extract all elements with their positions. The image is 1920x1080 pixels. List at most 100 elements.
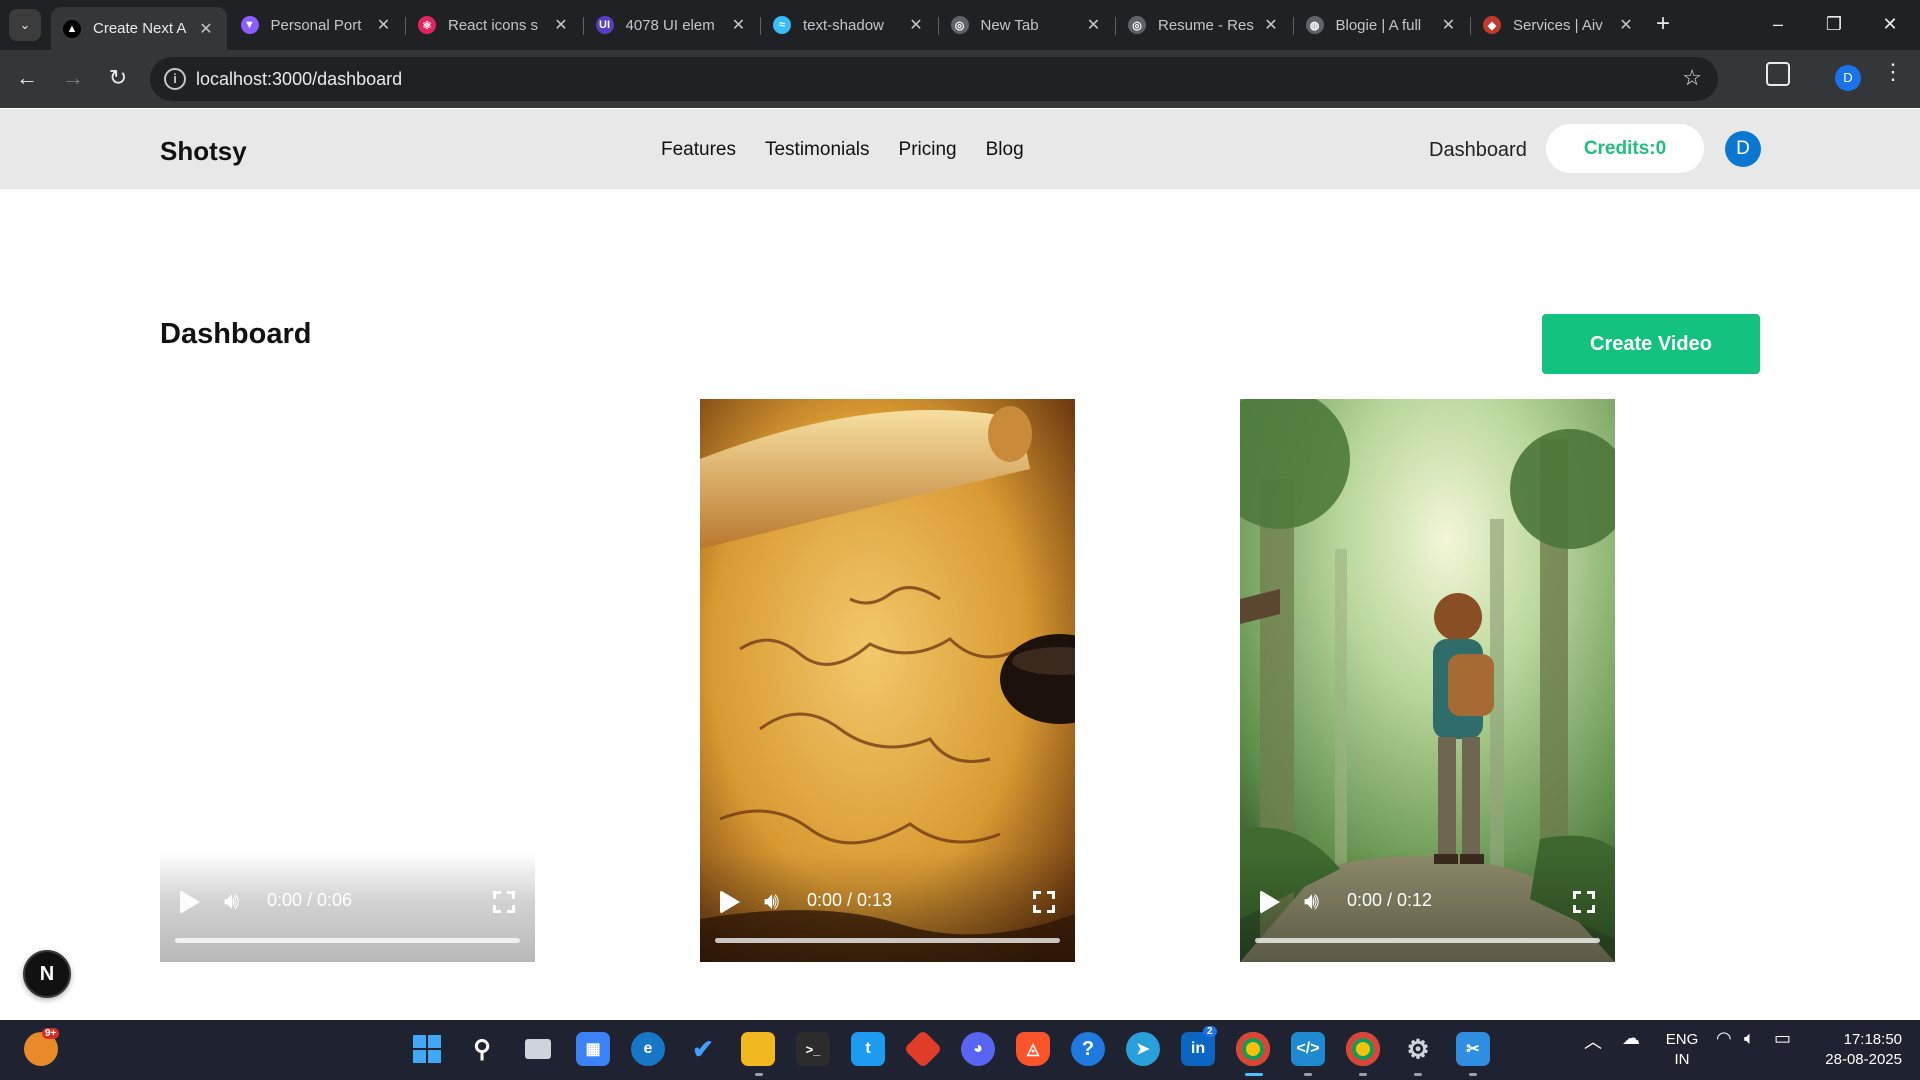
video-progress-bar[interactable] xyxy=(175,938,520,943)
browser-tab[interactable]: ◎ Resume - Res ✕ xyxy=(1116,7,1292,43)
user-avatar[interactable]: D xyxy=(1725,131,1761,167)
browser-tab[interactable]: ◆ Services | Aiv ✕ xyxy=(1471,7,1647,43)
video-progress-bar[interactable] xyxy=(715,938,1060,943)
play-icon[interactable] xyxy=(720,890,740,914)
video-card[interactable]: 🔊︎ 0:00 / 0:13 xyxy=(700,399,1075,962)
nav-link-pricing[interactable]: Pricing xyxy=(899,139,957,161)
dashboard-link[interactable]: Dashboard xyxy=(1429,139,1527,162)
play-icon[interactable] xyxy=(1260,890,1280,914)
volume-icon[interactable]: 🔊︎ xyxy=(764,888,779,916)
windows-start-icon[interactable] xyxy=(410,1032,444,1066)
tab-close-icon[interactable]: ✕ xyxy=(375,15,393,35)
tab-title: Resume - Res xyxy=(1158,16,1254,34)
video-card[interactable]: 🔊︎ 0:00 / 0:06 xyxy=(160,399,535,962)
weather-icon[interactable]: 9+ xyxy=(24,1028,60,1066)
chrome-icon[interactable] xyxy=(1236,1032,1270,1066)
tab-close-icon[interactable]: ✕ xyxy=(1262,15,1280,35)
tab-search-chevron-icon[interactable]: ⌄ xyxy=(9,9,41,41)
tab-title: Blogie | A full xyxy=(1335,16,1422,34)
git-icon[interactable] xyxy=(903,1029,943,1069)
edge-icon[interactable]: e xyxy=(631,1032,665,1066)
volume-icon[interactable]: 🔊︎ xyxy=(1304,888,1319,916)
browser-tab[interactable]: ≈ text-shadow ✕ xyxy=(761,7,937,43)
tray-chevron-up-icon[interactable]: ︿ xyxy=(1584,1028,1602,1054)
fullscreen-icon[interactable] xyxy=(1033,891,1055,913)
bookmark-star-icon[interactable]: ☆ xyxy=(1682,65,1702,91)
tab-title: 4078 UI elem xyxy=(625,16,715,34)
volume-icon[interactable]: 🔊︎ xyxy=(224,888,239,916)
restore-button[interactable]: ❐ xyxy=(1806,8,1862,42)
help-icon[interactable]: ? xyxy=(1071,1032,1105,1066)
chrome-profile-icon[interactable] xyxy=(1346,1032,1380,1066)
credits-button[interactable]: Credits:0 xyxy=(1546,124,1704,173)
file-explorer-icon[interactable] xyxy=(741,1032,775,1066)
browser-tab[interactable]: ◍ Blogie | A full ✕ xyxy=(1294,7,1470,43)
nav-link-blog[interactable]: Blog xyxy=(986,139,1024,161)
address-url[interactable]: localhost:3000/dashboard xyxy=(196,69,402,90)
brave-icon[interactable]: ◬ xyxy=(1016,1032,1050,1066)
language-indicator[interactable]: ENG IN xyxy=(1664,1030,1700,1070)
terminal-icon[interactable]: >_ xyxy=(796,1032,830,1066)
browser-tab[interactable]: ▲ Create Next A ✕ xyxy=(51,7,227,50)
speaker-icon[interactable]: 🔈︎ xyxy=(1744,1028,1755,1049)
tab-title: Personal Port xyxy=(270,16,362,34)
brand-logo[interactable]: Shotsy xyxy=(160,136,247,167)
system-clock[interactable]: 17:18:50 28-08-2025 xyxy=(1818,1030,1902,1070)
minimize-button[interactable]: – xyxy=(1750,8,1806,42)
tab-close-icon[interactable]: ✕ xyxy=(1085,15,1103,35)
tab-close-icon[interactable]: ✕ xyxy=(197,19,215,39)
back-arrow-icon[interactable]: ← xyxy=(10,62,44,96)
weather-badge: 9+ xyxy=(42,1028,60,1039)
tab-close-icon[interactable]: ✕ xyxy=(907,15,925,35)
react-icon: ⚛ xyxy=(418,16,436,34)
linkedin-icon[interactable]: in 2 xyxy=(1181,1026,1217,1066)
linkedin-badge: 2 xyxy=(1203,1026,1217,1037)
browser-menu-icon[interactable]: ⋮ xyxy=(1882,61,1904,83)
tab-close-icon[interactable]: ✕ xyxy=(1617,15,1635,35)
extensions-icon[interactable] xyxy=(1766,62,1790,86)
nav-link-features[interactable]: Features xyxy=(661,139,736,161)
nextjs-dev-badge[interactable]: N xyxy=(23,950,71,998)
browser-tab[interactable]: UI 4078 UI elem ✕ xyxy=(584,7,760,43)
ms-store-icon[interactable]: ▦ xyxy=(576,1032,610,1066)
forward-arrow-icon[interactable]: → xyxy=(56,62,90,96)
nav-link-testimonials[interactable]: Testimonials xyxy=(765,139,870,161)
tab-close-icon[interactable]: ✕ xyxy=(552,15,570,35)
page-title: Dashboard xyxy=(160,318,312,350)
tab-close-icon[interactable]: ✕ xyxy=(730,15,748,35)
new-tab-button[interactable]: + xyxy=(1648,10,1678,40)
browser-tab[interactable]: ▼ Personal Port ✕ xyxy=(229,7,405,43)
browser-toolbar: ← → ↻ i localhost:3000/dashboard ☆ xyxy=(0,50,1920,108)
onedrive-icon[interactable]: ☁ xyxy=(1622,1028,1640,1049)
todo-check-icon[interactable]: ✔ xyxy=(686,1032,720,1066)
site-info-icon[interactable]: i xyxy=(164,68,186,90)
close-window-button[interactable]: ✕ xyxy=(1862,8,1918,42)
tailwind-icon: ≈ xyxy=(773,16,791,34)
tab-close-icon[interactable]: ✕ xyxy=(1440,15,1458,35)
vscode-icon[interactable]: </> xyxy=(1291,1032,1325,1066)
tab-title: Services | Aiv xyxy=(1513,16,1603,34)
search-icon[interactable]: ⚲ xyxy=(465,1032,499,1066)
telegram-icon[interactable]: ➤ xyxy=(1126,1032,1160,1066)
browser-profile-avatar[interactable]: D xyxy=(1835,65,1861,91)
task-view-icon[interactable] xyxy=(521,1032,555,1066)
snipping-tool-icon[interactable]: ✂ xyxy=(1456,1032,1490,1066)
tab-title: React icons s xyxy=(448,16,539,34)
browser-tab[interactable]: ⚛ React icons s ✕ xyxy=(406,7,582,43)
browser-tab-strip: ⌄ ▲ Create Next A ✕ ▼ Personal Port ✕ ⚛ React i… xyxy=(0,0,1920,50)
video-card[interactable]: 🔊︎ 0:00 / 0:12 xyxy=(1240,399,1615,962)
twitter-icon[interactable]: t xyxy=(851,1032,885,1066)
reload-icon[interactable]: ↻ xyxy=(101,62,135,96)
settings-gear-icon[interactable]: ⚙ xyxy=(1401,1032,1435,1066)
browser-tab[interactable]: ◎ New Tab ✕ xyxy=(939,7,1115,43)
discord-icon[interactable]: ◕ xyxy=(961,1032,995,1066)
create-video-button[interactable]: Create Video xyxy=(1542,314,1760,374)
battery-icon[interactable]: ▭ xyxy=(1774,1028,1791,1049)
fullscreen-icon[interactable] xyxy=(493,891,515,913)
wifi-icon[interactable]: ◠ xyxy=(1716,1028,1732,1049)
play-icon[interactable] xyxy=(180,890,200,914)
video-time: 0:00 / 0:13 xyxy=(807,890,893,910)
address-bar[interactable]: i localhost:3000/dashboard ☆ xyxy=(150,57,1718,101)
fullscreen-icon[interactable] xyxy=(1573,891,1595,913)
video-progress-bar[interactable] xyxy=(1255,938,1600,943)
